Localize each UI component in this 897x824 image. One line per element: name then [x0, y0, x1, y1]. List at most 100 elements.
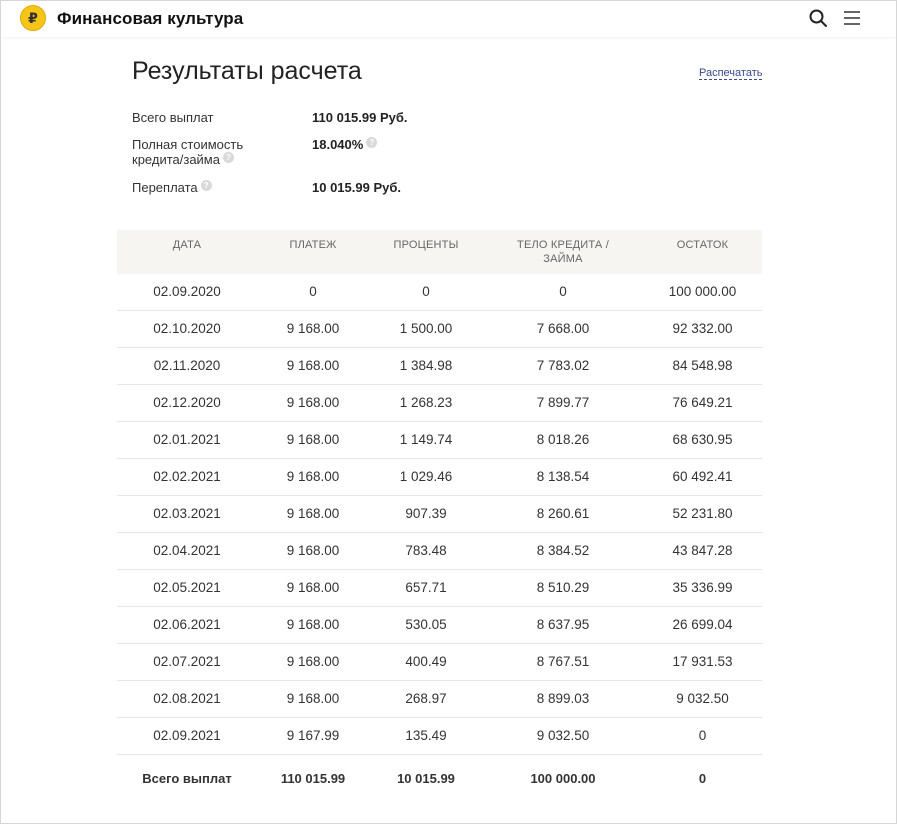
cell-payment: 9 168.00 — [286, 321, 340, 336]
table-header: ДАТА ПЛАТЕЖ ПРОЦЕНТЫ ТЕЛО КРЕДИТА / ЗАЙМ… — [117, 230, 762, 274]
cell-interest: 530.05 — [405, 617, 447, 632]
total-label: Всего выплат — [142, 771, 232, 786]
cell-payment: 9 167.99 — [286, 728, 340, 743]
cell-interest: 0 — [422, 284, 430, 299]
print-link[interactable]: Распечатать — [699, 67, 763, 80]
cell-principal: 7 783.02 — [536, 358, 590, 373]
cell-payment: 9 168.00 — [286, 506, 340, 521]
table-row: 02.04.2021 9 168.00 783.48 8 384.52 43 847.2… — [117, 533, 762, 570]
cell-date: 02.05.2021 — [153, 580, 221, 595]
total-principal: 100 000.00 — [530, 771, 596, 786]
cell-payment: 9 168.00 — [286, 469, 340, 484]
cell-principal: 8 138.54 — [536, 469, 590, 484]
summary-total-value: 110 015.99 Руб. — [312, 110, 408, 125]
payment-schedule-table: ДАТА ПЛАТЕЖ ПРОЦЕНТЫ ТЕЛО КРЕДИТА / ЗАЙМ… — [117, 230, 762, 803]
cell-balance: 100 000.00 — [668, 284, 737, 299]
ruble-logo-icon[interactable]: ₽ — [20, 5, 46, 31]
hamburger-menu-icon[interactable] — [843, 9, 861, 27]
cell-principal: 9 032.50 — [536, 728, 590, 743]
summary-overpay-label: Переплата — [132, 180, 198, 195]
cell-payment: 9 168.00 — [286, 580, 340, 595]
table-row: 02.12.2020 9 168.00 1 268.23 7 899.77 76 649… — [117, 385, 762, 422]
cell-payment: 9 168.00 — [286, 358, 340, 373]
table-row: 02.09.2021 9 167.99 135.49 9 032.50 0 — [117, 718, 762, 755]
help-icon[interactable]: ? — [222, 152, 234, 163]
cell-balance: 68 630.95 — [672, 432, 733, 447]
cell-interest: 657.71 — [405, 580, 447, 595]
column-header-payment: ПЛАТЕЖ — [289, 239, 337, 251]
site-header: ₽ Финансовая культура — [1, 1, 896, 37]
column-header-principal: ТЕЛО КРЕДИТА / ЗАЙМА — [517, 239, 609, 265]
cell-principal: 7 899.77 — [536, 395, 590, 410]
cell-payment: 9 168.00 — [286, 691, 340, 706]
help-icon[interactable]: ? — [366, 137, 378, 148]
cell-date: 02.11.2020 — [153, 358, 221, 373]
cell-date: 02.12.2020 — [153, 395, 221, 410]
cell-payment: 9 168.00 — [286, 432, 340, 447]
summary-overpay-value: 10 015.99 Руб. — [312, 180, 401, 195]
cell-balance: 26 699.04 — [672, 617, 733, 632]
table-row: 02.06.2021 9 168.00 530.05 8 637.95 26 699.0… — [117, 607, 762, 644]
column-header-balance: ОСТАТОК — [676, 239, 729, 251]
cell-interest: 1 384.98 — [399, 358, 453, 373]
cell-principal: 8 767.51 — [536, 654, 590, 669]
page-title: Результаты расчета — [132, 57, 362, 85]
table-body: 02.09.2020 0 0 0 100 000.00 02.10.2020 9 168.0… — [117, 274, 762, 755]
cell-date: 02.03.2021 — [153, 506, 221, 521]
summary-cost-value: 18.040% — [312, 137, 364, 152]
cell-principal: 7 668.00 — [536, 321, 590, 336]
cell-interest: 1 029.46 — [399, 469, 453, 484]
cell-interest: 268.97 — [405, 691, 447, 706]
cell-interest: 1 149.74 — [399, 432, 453, 447]
cell-interest: 400.49 — [405, 654, 447, 669]
cell-payment: 9 168.00 — [286, 543, 340, 558]
cell-balance: 76 649.21 — [672, 395, 733, 410]
cell-date: 02.02.2021 — [153, 469, 221, 484]
column-header-interest: ПРОЦЕНТЫ — [393, 239, 459, 251]
cell-principal: 8 018.26 — [536, 432, 590, 447]
cell-balance: 43 847.28 — [672, 543, 733, 558]
cell-principal: 8 260.61 — [536, 506, 590, 521]
cell-date: 02.04.2021 — [153, 543, 221, 558]
cell-date: 02.10.2020 — [153, 321, 221, 336]
cell-balance: 92 332.00 — [672, 321, 733, 336]
summary-cost-value-block: 18.040%? — [312, 137, 378, 152]
help-icon[interactable]: ? — [200, 180, 212, 191]
total-interest: 10 015.99 — [397, 771, 455, 786]
table-row: 02.10.2020 9 168.00 1 500.00 7 668.00 92 332… — [117, 311, 762, 348]
cell-balance: 35 336.99 — [672, 580, 733, 595]
cell-balance: 9 032.50 — [676, 691, 729, 706]
cell-date: 02.06.2021 — [153, 617, 221, 632]
total-payment: 110 015.99 — [280, 771, 346, 786]
table-row: 02.03.2021 9 168.00 907.39 8 260.61 52 231.8… — [117, 496, 762, 533]
summary-total-label: Всего выплат — [132, 110, 214, 125]
cell-balance: 84 548.98 — [672, 358, 733, 373]
column-header-date: ДАТА — [172, 239, 202, 251]
search-icon[interactable] — [808, 8, 828, 28]
summary-overpay-label-block: Переплата? — [132, 180, 282, 195]
cell-balance: 17 931.53 — [672, 654, 733, 669]
cell-principal: 8 899.03 — [536, 691, 590, 706]
cell-principal: 8 510.29 — [536, 580, 590, 595]
total-balance: 0 — [698, 771, 707, 786]
cell-interest: 907.39 — [405, 506, 447, 521]
table-row: 02.11.2020 9 168.00 1 384.98 7 783.02 84 548… — [117, 348, 762, 385]
cell-interest: 135.49 — [405, 728, 447, 743]
cell-balance: 60 492.41 — [672, 469, 733, 484]
cell-interest: 1 500.00 — [399, 321, 453, 336]
cell-interest: 783.48 — [405, 543, 447, 558]
table-total-row: Всего выплат 110 015.99 10 015.99 100 00… — [117, 755, 762, 803]
cell-payment: 9 168.00 — [286, 617, 340, 632]
cell-balance: 52 231.80 — [672, 506, 733, 521]
cell-date: 02.08.2021 — [153, 691, 221, 706]
cell-date: 02.09.2020 — [153, 284, 221, 299]
summary-cost-label-block: Полная стоимость кредита/займа? — [132, 137, 282, 167]
page-frame: ₽ Финансовая культура Результаты расчета… — [0, 0, 897, 824]
site-brand-title[interactable]: Финансовая культура — [57, 9, 243, 29]
cell-principal: 8 384.52 — [536, 543, 590, 558]
cell-payment: 9 168.00 — [286, 654, 340, 669]
table-row: 02.09.2020 0 0 0 100 000.00 — [117, 274, 762, 311]
cell-payment: 9 168.00 — [286, 395, 340, 410]
cell-balance: 0 — [698, 728, 707, 743]
cell-payment: 0 — [309, 284, 317, 299]
